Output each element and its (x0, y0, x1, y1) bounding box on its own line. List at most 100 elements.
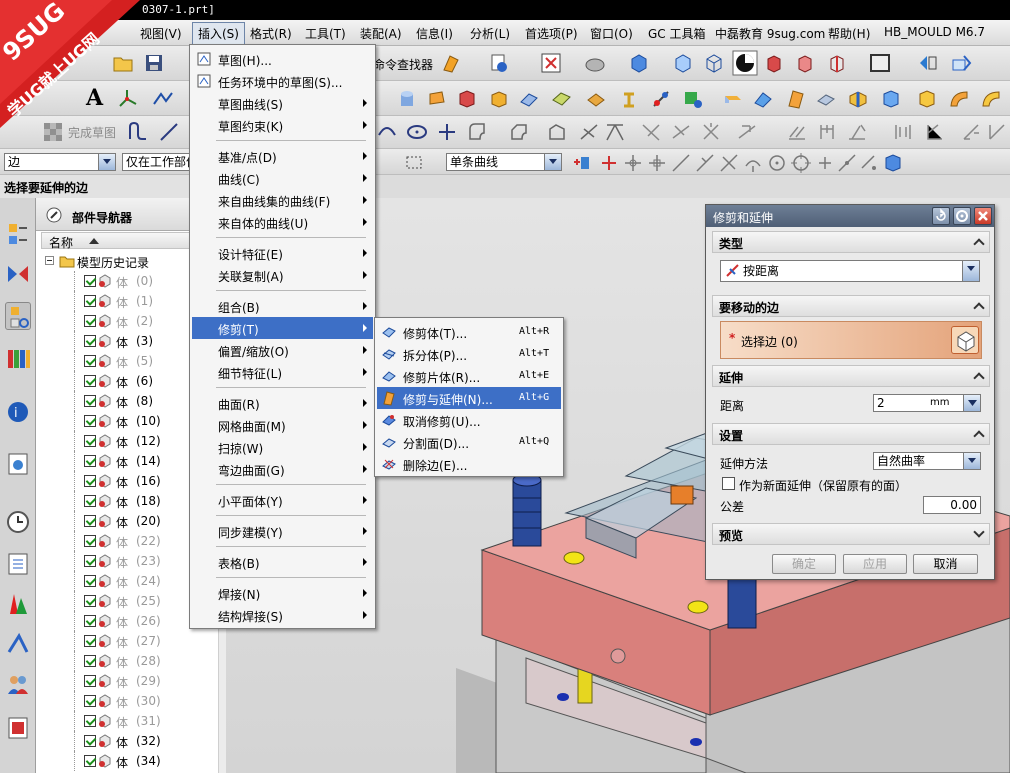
trim-menu-item-1[interactable]: 拆分体(P)... Alt+T (377, 343, 561, 365)
feature-checkbox[interactable] (84, 355, 96, 367)
plus-point-icon[interactable] (436, 121, 458, 143)
datum-plane-icon[interactable] (682, 88, 704, 110)
cancel-button[interactable]: 取消 (913, 554, 978, 574)
collapse-chevron-icon[interactable] (973, 302, 985, 314)
flange-icon[interactable] (980, 88, 1002, 110)
blend-icon[interactable] (880, 88, 902, 110)
sew-icon[interactable] (752, 88, 774, 110)
insert-menu-item-1[interactable]: 任务环境中的草图(S)... (192, 70, 373, 92)
insert-menu-item-21[interactable]: 弯边曲面(G) (192, 458, 373, 480)
control-point-icon[interactable] (694, 152, 716, 174)
insert-menu-item-25[interactable]: 同步建模(Y) (192, 520, 373, 542)
feature-checkbox[interactable] (84, 435, 96, 447)
polygon-icon[interactable] (546, 121, 568, 143)
part-navigator-icon[interactable] (5, 302, 31, 330)
section-settings[interactable]: 设置 (712, 423, 990, 445)
new-face-checkbox[interactable] (722, 477, 735, 490)
insert-menu-item-27[interactable]: 表格(B) (192, 551, 373, 573)
menu-item-7[interactable]: 首选项(P) (525, 25, 578, 42)
system-visualization-icon[interactable] (5, 714, 31, 742)
color-palette-icon[interactable] (5, 590, 31, 618)
bounded-grid-icon[interactable] (882, 152, 904, 174)
feature-checkbox[interactable] (84, 735, 96, 747)
section-preview[interactable]: 预览 (712, 523, 990, 545)
point-on-curve-icon[interactable] (836, 152, 858, 174)
geometric-constraint-icon[interactable] (700, 121, 722, 143)
snap-point-icon[interactable] (570, 152, 592, 174)
thicken-icon[interactable] (847, 88, 869, 110)
feature-row[interactable]: 体 (27) (36, 631, 226, 651)
menu-item-2[interactable]: 格式(R) (250, 25, 292, 42)
feature-row[interactable]: 体 (30) (36, 691, 226, 711)
insert-menu-item-30[interactable]: 结构焊接(S) (192, 604, 373, 626)
chamfer-icon[interactable] (508, 121, 530, 143)
layer-icon[interactable] (950, 52, 972, 74)
feature-checkbox[interactable] (84, 755, 96, 767)
feature-checkbox[interactable] (84, 395, 96, 407)
snap-toggle-icon[interactable] (598, 152, 620, 174)
circle-icon[interactable] (406, 121, 428, 143)
feature-checkbox[interactable] (84, 295, 96, 307)
radius-dim-icon[interactable] (960, 121, 982, 143)
insert-menu-item-2[interactable]: 草图曲线(S) (192, 92, 373, 114)
clock-history-icon[interactable] (5, 508, 31, 536)
type-dropdown[interactable]: 按距离 (720, 260, 980, 282)
menu-item-5[interactable]: 信息(I) (416, 25, 453, 42)
rect-select-icon[interactable] (404, 152, 426, 174)
insert-menu-item-14[interactable]: 修剪(T) (192, 317, 373, 339)
distance-field[interactable]: 2 mm (873, 394, 981, 412)
insert-menu-item-16[interactable]: 细节特征(L) (192, 361, 373, 383)
yellow-body-icon[interactable] (916, 88, 938, 110)
command-finder-button[interactable]: 命令查找器 (373, 56, 433, 73)
quick-trim-icon[interactable] (578, 121, 600, 143)
feature-checkbox[interactable] (84, 335, 96, 347)
sketch-line-icon[interactable] (152, 88, 174, 110)
selection-filter-dropdown[interactable]: 边 (4, 153, 116, 171)
feature-checkbox[interactable] (84, 675, 96, 687)
static-wireframe-icon[interactable] (703, 52, 725, 74)
sort-ascending-icon[interactable] (89, 238, 99, 244)
feature-checkbox[interactable] (84, 515, 96, 527)
feature-checkbox[interactable] (84, 715, 96, 727)
feature-row[interactable]: 体 (32) (36, 731, 226, 751)
block-icon[interactable] (488, 88, 510, 110)
select-edge-cube-icon[interactable] (951, 326, 979, 354)
section-type[interactable]: 类型 (712, 231, 990, 253)
offset-face-icon[interactable] (518, 88, 540, 110)
shaded-view-icon[interactable] (628, 52, 650, 74)
vertical-dim-icon[interactable] (816, 121, 838, 143)
feature-checkbox[interactable] (84, 535, 96, 547)
feature-checkbox[interactable] (84, 615, 96, 627)
fillet-icon[interactable] (466, 121, 488, 143)
expand-chevron-icon[interactable] (973, 526, 985, 538)
orient-view-icon[interactable] (732, 50, 758, 76)
midpoint-icon[interactable] (646, 152, 668, 174)
settings-gear-icon[interactable] (953, 207, 971, 225)
process-studio-icon[interactable] (5, 630, 31, 658)
circle-center-icon[interactable] (766, 152, 788, 174)
insert-menu-item-18[interactable]: 曲面(R) (192, 392, 373, 414)
feature-checkbox[interactable] (84, 495, 96, 507)
pattern-icon[interactable] (585, 88, 607, 110)
extrude-icon[interactable] (426, 88, 448, 110)
menu-item-9[interactable]: GC 工具箱 (648, 25, 706, 42)
angular-dim-icon[interactable] (924, 121, 946, 143)
quadrant-icon[interactable] (790, 152, 812, 174)
constraint-icon[interactable] (670, 121, 692, 143)
select-edge-row[interactable]: * 选择边 (0) (720, 321, 982, 359)
insert-menu-item-7[interactable]: 来自曲线集的曲线(F) (192, 189, 373, 211)
insert-menu-item-0[interactable]: 草图(H)... (192, 48, 373, 70)
feature-row[interactable]: 体 (28) (36, 651, 226, 671)
menu-item-3[interactable]: 工具(T) (305, 25, 346, 42)
insert-menu-item-20[interactable]: 扫掠(W) (192, 436, 373, 458)
wireframe-view-icon[interactable] (672, 52, 694, 74)
menu-item-11[interactable]: 帮助(H) (828, 25, 870, 42)
fit-view-icon[interactable] (540, 52, 562, 74)
insert-menu-item-15[interactable]: 偏置/缩放(O) (192, 339, 373, 361)
menu-item-0[interactable]: 视图(V) (140, 25, 182, 42)
menu-item-8[interactable]: 窗口(O) (590, 25, 633, 42)
menu-item-4[interactable]: 装配(A) (360, 25, 402, 42)
extend-method-dropdown[interactable]: 自然曲率 (873, 452, 981, 470)
line-point-icon[interactable] (670, 152, 692, 174)
insert-menu-item-23[interactable]: 小平面体(Y) (192, 489, 373, 511)
